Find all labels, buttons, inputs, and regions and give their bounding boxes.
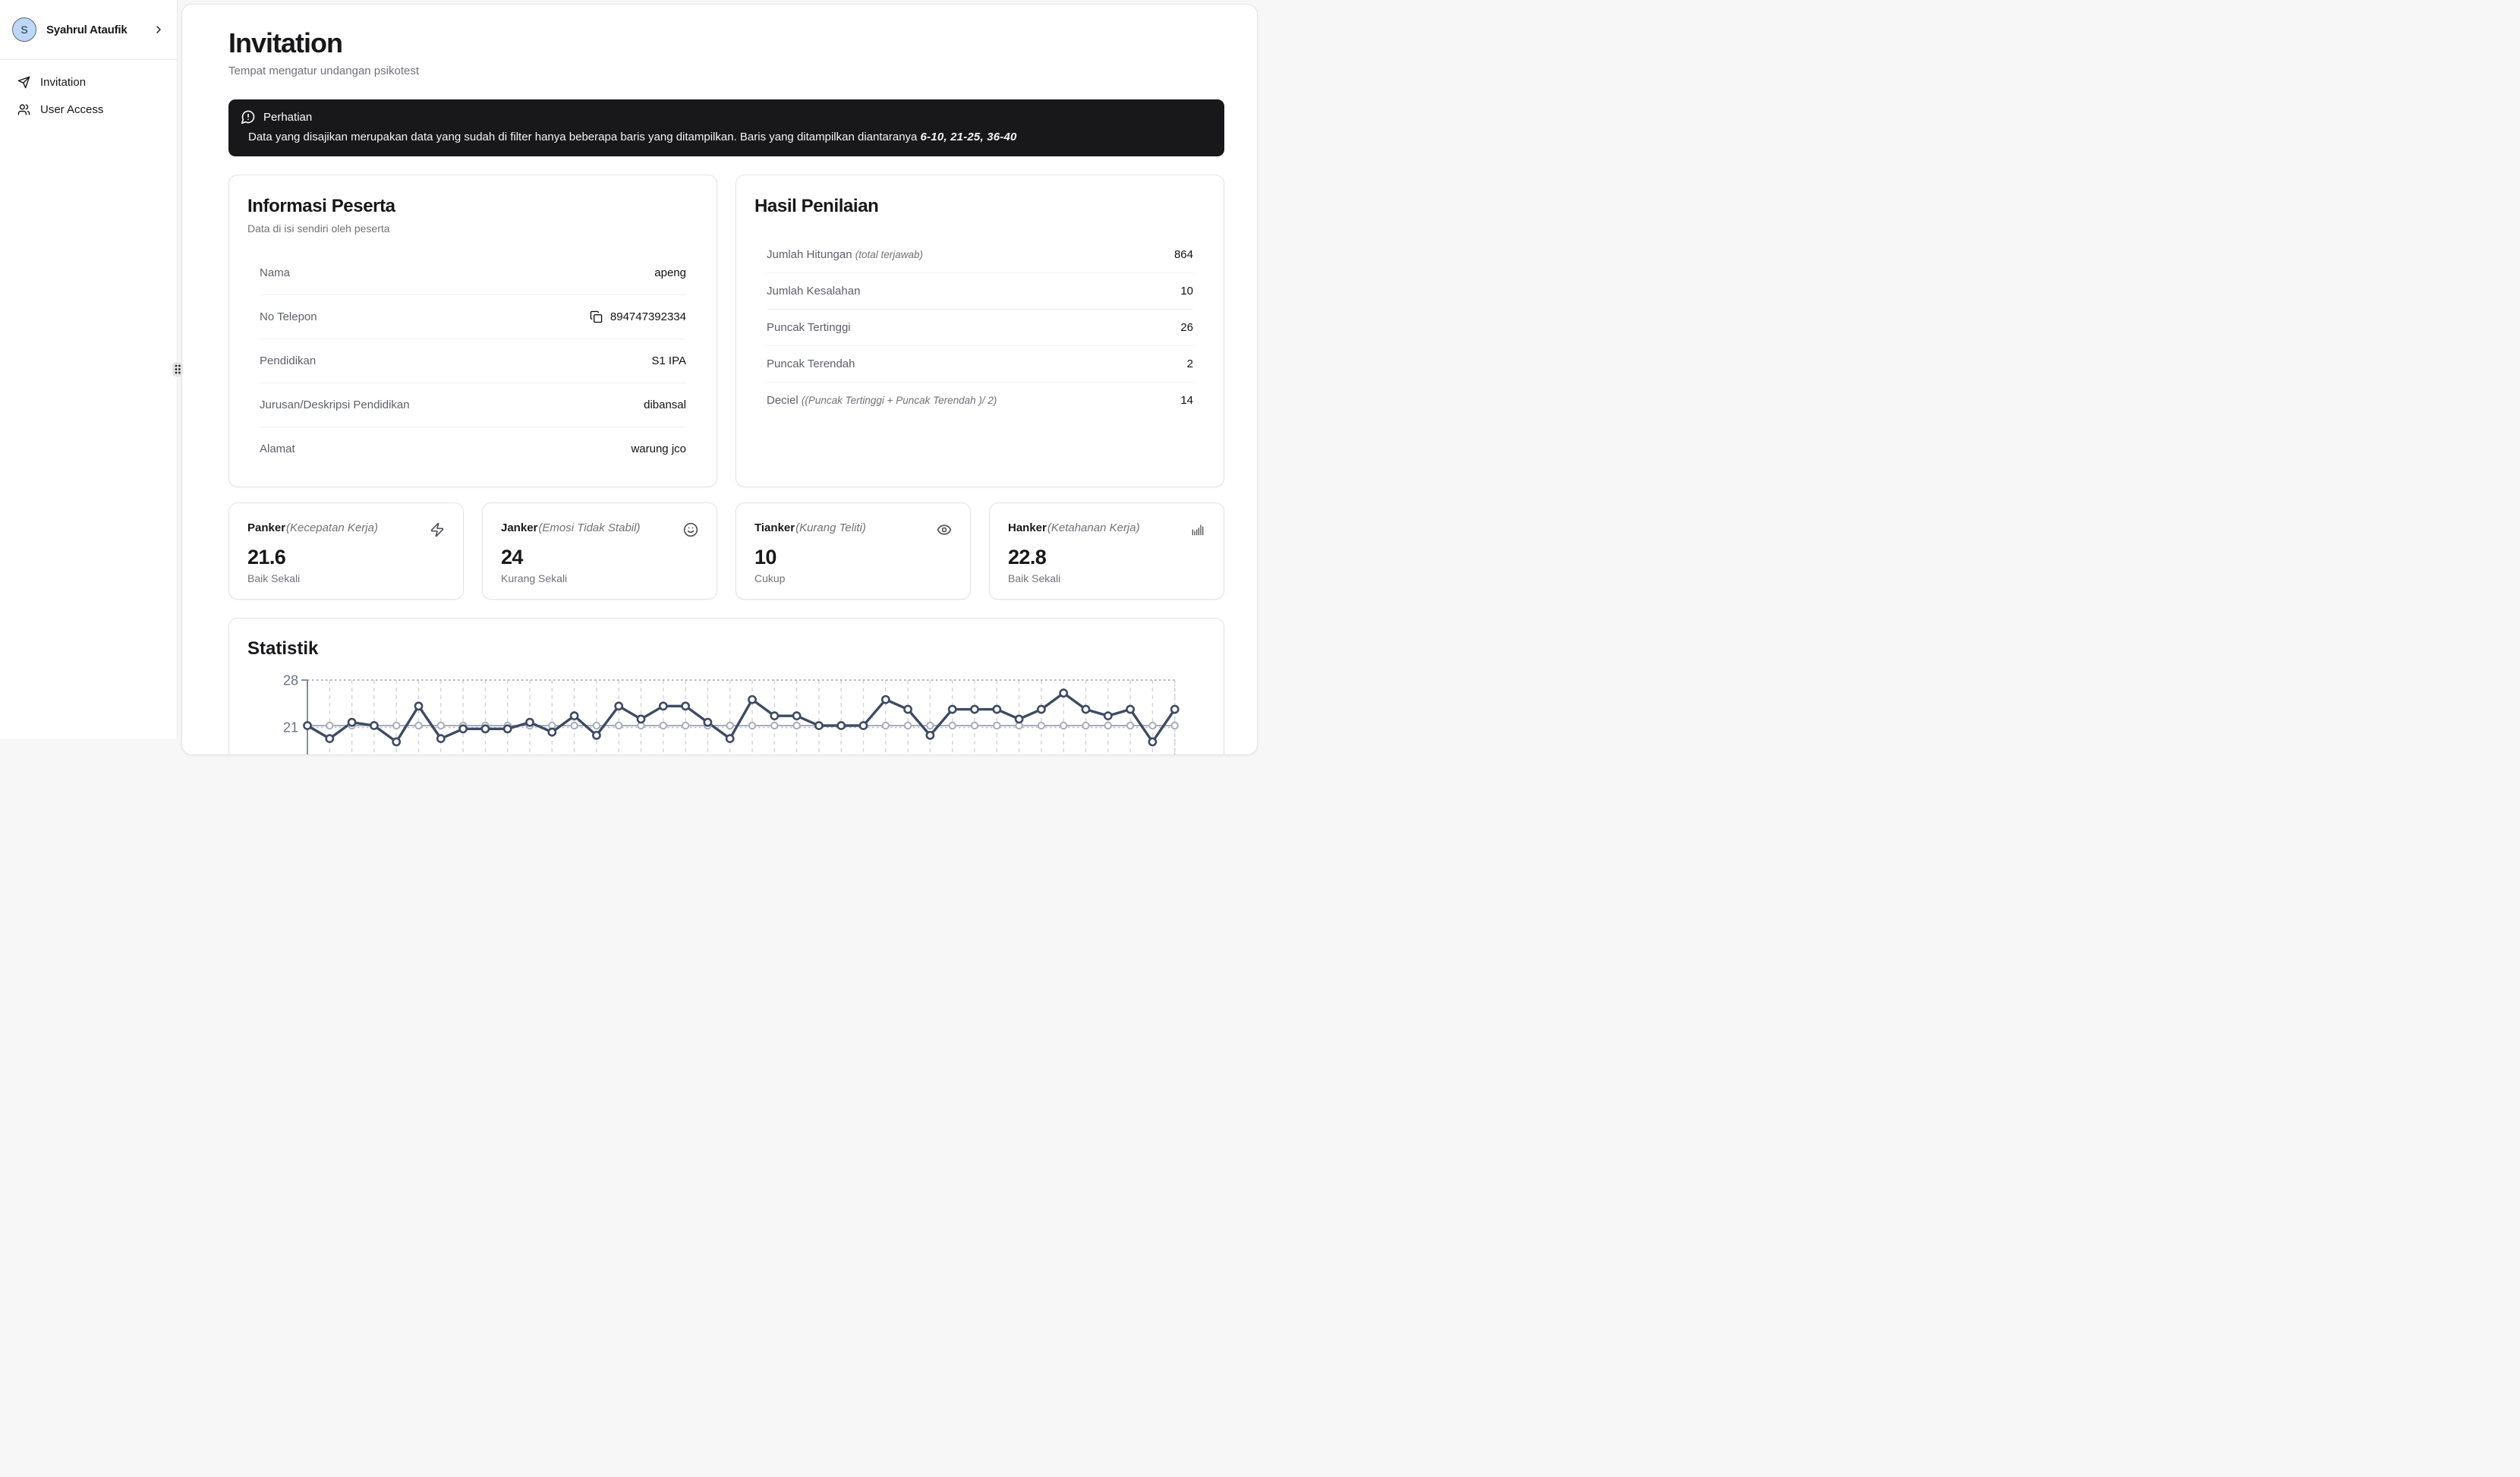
row-value: 26	[1180, 321, 1193, 334]
row-value: apeng	[654, 266, 686, 279]
participant-card-subtitle: Data di isi sendiri oleh peserta	[247, 222, 390, 235]
copy-button[interactable]	[590, 310, 603, 323]
row-value: 894747392334	[590, 310, 686, 323]
svg-text:28: 28	[283, 673, 298, 688]
row-label: Deciel ((Puncak Tertinggi + Puncak Teren…	[767, 394, 997, 407]
statistics-chart: 28 21	[247, 666, 1205, 754]
participant-row: Jurusan/Deskripsi Pendidikan dibansal	[260, 383, 686, 427]
row-label: Alamat	[260, 442, 295, 455]
stat-card-hanker: Hanker(Ketahanan Kerja) 22.8 Baik Sekali	[989, 502, 1224, 600]
row-value: warung jco	[631, 442, 686, 455]
row-label: Jumlah Kesalahan	[767, 285, 861, 298]
row-label: Puncak Tertinggi	[767, 321, 851, 334]
user-name: Syahrul Ataufik	[46, 23, 128, 36]
stat-rating: Kurang Sekali	[501, 572, 568, 584]
row-label: Jurusan/Deskripsi Pendidikan	[260, 398, 410, 411]
row-note: ((Puncak Tertinggi + Puncak Terendah )/ …	[801, 395, 997, 406]
result-row: Jumlah Hitungan (total terjawab) 864	[767, 237, 1193, 272]
result-row: Jumlah Kesalahan 10	[767, 272, 1193, 309]
bar-chart-icon	[1192, 524, 1204, 536]
row-label: Puncak Terendah	[767, 357, 855, 370]
stat-value: 24	[501, 546, 523, 568]
row-label: Nama	[260, 266, 291, 279]
participant-row: Alamat warung jco	[260, 427, 686, 471]
copy-icon	[590, 310, 603, 323]
statistics-title: Statistik	[247, 638, 319, 659]
row-value: 14	[1180, 394, 1193, 407]
row-value: 10	[1180, 285, 1193, 298]
stat-name: Tianker	[754, 521, 795, 534]
stat-value: 10	[754, 546, 776, 568]
chevron-right-icon	[153, 24, 165, 36]
stat-rating: Cukup	[754, 572, 786, 584]
participant-row: Pendidikan S1 IPA	[260, 339, 686, 383]
zap-icon	[430, 522, 444, 537]
sidebar-user-button[interactable]: S Syahrul Ataufik	[0, 0, 177, 60]
result-card-title: Hasil Penilaian	[754, 196, 879, 216]
stat-cards-row: Panker(Kecepatan Kerja) 21.6 Baik Sekali Ja…	[228, 502, 1224, 600]
stat-name: Panker	[247, 521, 286, 534]
sidebar-item-invitation[interactable]: Invitation	[7, 70, 170, 95]
result-row: Deciel ((Puncak Tertinggi + Puncak Teren…	[767, 382, 1193, 418]
avatar-initial: S	[20, 24, 28, 36]
stat-note: (Kurang Teliti)	[795, 521, 866, 534]
page-subtitle: Tempat mengatur undangan psikotest	[228, 65, 419, 77]
stat-value: 21.6	[247, 546, 286, 568]
result-rows: Jumlah Hitungan (total terjawab) 864 Jumla…	[754, 237, 1205, 418]
participant-card-title: Informasi Peserta	[247, 196, 395, 216]
row-label: Jumlah Hitungan (total terjawab)	[767, 248, 924, 261]
attention-alert: Perhatian Data yang disajikan merupakan …	[228, 99, 1224, 156]
stat-name: Janker	[501, 521, 538, 534]
sidebar-item-label: User Access	[40, 103, 104, 116]
row-value: dibansal	[644, 398, 686, 411]
sidebar-nav: Invitation User Access	[0, 60, 177, 132]
stat-rating: Baik Sekali	[1008, 572, 1061, 584]
sidebar-item-label: Invitation	[40, 76, 87, 89]
alert-body: Data yang disajikan merupakan data yang …	[248, 131, 1017, 143]
sidebar-item-user-access[interactable]: User Access	[7, 97, 170, 122]
eye-icon	[937, 524, 952, 535]
row-value: 2	[1186, 357, 1193, 370]
assessment-result-card: Hasil Penilaian Jumlah Hitungan (total t…	[736, 175, 1224, 487]
grip-vertical-icon	[175, 364, 181, 374]
participant-row: No Telepon 894747392334	[260, 294, 686, 339]
sidebar-resize-handle[interactable]	[172, 362, 183, 376]
row-value: 864	[1173, 248, 1193, 261]
svg-text:21: 21	[283, 720, 298, 735]
statistics-card: Statistik 28 21	[228, 618, 1224, 754]
avatar: S	[12, 17, 36, 42]
stat-note: (Kecepatan Kerja)	[286, 521, 378, 534]
main-panel: Invitation Tempat mengatur undangan psik…	[181, 4, 1258, 755]
stat-value: 22.8	[1008, 546, 1047, 568]
stat-name: Hanker	[1008, 521, 1047, 534]
page-title: Invitation	[228, 27, 343, 58]
participant-row: Nama apeng	[260, 251, 686, 294]
row-label: Pendidikan	[260, 354, 317, 367]
users-icon	[17, 104, 30, 115]
message-warning-icon	[241, 109, 256, 124]
result-row: Puncak Tertinggi 26	[767, 309, 1193, 345]
stat-note: (Emosi Tidak Stabil)	[538, 521, 641, 534]
stat-note: (Ketahanan Kerja)	[1047, 521, 1140, 534]
line-chart: 28 21	[283, 673, 1180, 754]
row-label: No Telepon	[260, 310, 317, 323]
stat-card-tianker: Tianker(Kurang Teliti) 10 Cukup	[736, 502, 971, 600]
alert-title: Perhatian	[263, 110, 313, 124]
participant-info-card: Informasi Peserta Data di isi sendiri ol…	[228, 175, 717, 487]
participant-rows: Nama apeng No Telepon 894747392334 Pendidika…	[247, 251, 698, 471]
result-row: Puncak Terendah 2	[767, 345, 1193, 382]
alert-highlight: 6-10, 21-25, 36-40	[920, 131, 1017, 143]
smile-icon	[683, 522, 698, 537]
sidebar: S Syahrul Ataufik Invitation User Access	[0, 0, 178, 738]
row-value: S1 IPA	[651, 354, 686, 367]
stat-card-panker: Panker(Kecepatan Kerja) 21.6 Baik Sekali	[228, 502, 464, 600]
send-icon	[17, 76, 30, 89]
stat-rating: Baik Sekali	[247, 572, 301, 584]
stat-card-janker: Janker(Emosi Tidak Stabil) 24 Kurang Sekal…	[482, 502, 717, 600]
row-note: (total terjawab)	[855, 249, 924, 260]
